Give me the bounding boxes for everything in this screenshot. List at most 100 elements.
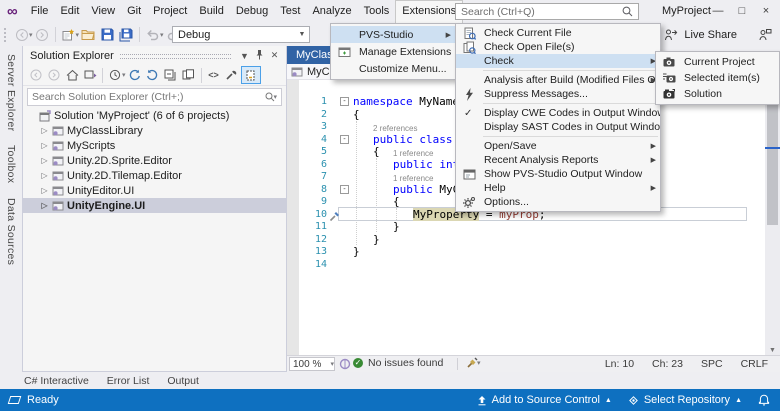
fold-collapse-icon[interactable]: - — [340, 97, 349, 106]
properties-wrench-icon[interactable] — [223, 66, 241, 84]
menu-title-tools[interactable]: Tools — [358, 0, 396, 23]
panel-tab-c-interactive[interactable]: C# Interactive — [24, 375, 89, 387]
live-share-icon[interactable] — [661, 25, 680, 44]
fold-collapse-icon[interactable]: - — [340, 185, 349, 194]
pin-icon[interactable] — [252, 49, 267, 62]
menu-item-help[interactable]: Help▶ — [456, 181, 660, 195]
menu-title-edit[interactable]: Edit — [54, 0, 85, 23]
menu-item-selected-item-s[interactable]: Selected item(s) — [656, 70, 779, 86]
menu-item-customize-menu[interactable]: Customize Menu... — [331, 60, 455, 77]
expander-arrow-icon[interactable]: ▷ — [39, 186, 50, 195]
show-all-files-icon[interactable] — [241, 66, 261, 84]
menu-item-current-project[interactable]: Current Project — [656, 54, 779, 70]
menu-item-options[interactable]: Options... — [456, 195, 660, 209]
codelens-references-label[interactable]: 1 reference — [393, 174, 433, 183]
menu-title-test[interactable]: Test — [274, 0, 306, 23]
notifications-bell-icon[interactable] — [758, 394, 770, 407]
tree-row-myscripts[interactable]: ▷MyScripts — [23, 138, 286, 153]
home-icon[interactable] — [63, 66, 81, 84]
code-line-12[interactable]: 12} — [287, 233, 765, 246]
menu-item-show-pvs-studio-output-window[interactable]: Show PVS-Studio Output Window — [456, 167, 660, 181]
tree-row-unity-2d-sprite-editor[interactable]: ▷Unity.2D.Sprite.Editor — [23, 153, 286, 168]
tree-row-myclasslibrary[interactable]: ▷MyClassLibrary — [23, 123, 286, 138]
code-line-11[interactable]: 11} — [287, 220, 765, 233]
panel-tab-output[interactable]: Output — [167, 375, 199, 387]
menu-item-display-sast-codes-in-output-window[interactable]: Display SAST Codes in Output Window — [456, 120, 660, 134]
menu-item-check[interactable]: Check▶ — [456, 54, 660, 68]
switch-views-icon[interactable] — [81, 66, 99, 84]
tree-row-unity-2d-tilemap-editor[interactable]: ▷Unity.2D.Tilemap.Editor — [23, 168, 286, 183]
menu-title-git[interactable]: Git — [121, 0, 147, 23]
code-health-indicator[interactable]: ✓ No issues found — [353, 357, 443, 369]
expander-arrow-icon[interactable]: ▷ — [39, 156, 50, 165]
se-back-icon[interactable] — [27, 66, 45, 84]
menu-item-manage-extensions[interactable]: Manage Extensions — [331, 43, 455, 60]
menu-title-extensions[interactable]: Extensions — [395, 0, 463, 23]
menu-title-debug[interactable]: Debug — [230, 0, 274, 23]
split-view-icon[interactable] — [339, 358, 351, 373]
zoom-dropdown[interactable]: 100 % ▾ — [289, 357, 335, 371]
solution-explorer-search-input[interactable]: Search Solution Explorer (Ctrl+;) ▾ — [27, 88, 282, 106]
minimize-button[interactable]: — — [706, 0, 730, 22]
navigate-forward-icon[interactable] — [33, 25, 52, 44]
codelens-references-label[interactable]: 2 references — [373, 124, 417, 133]
live-share-label[interactable]: Live Share — [684, 29, 737, 41]
menu-title-view[interactable]: View — [85, 0, 121, 23]
expander-arrow-icon[interactable]: ▷ — [39, 126, 50, 135]
view-code-icon[interactable]: <> — [205, 66, 223, 84]
side-tab-data-sources[interactable]: Data Sources — [5, 198, 17, 265]
scrollbar-thumb[interactable] — [767, 98, 778, 225]
scroll-down-arrow-icon[interactable]: ▼ — [765, 347, 780, 354]
pane-drag-texture[interactable] — [120, 54, 231, 59]
menu-item-recent-analysis-reports[interactable]: Recent Analysis Reports▶ — [456, 153, 660, 167]
collapse-all-icon[interactable] — [162, 66, 180, 84]
save-all-icon[interactable] — [117, 25, 136, 44]
line-indicator[interactable]: Ln: 10 — [605, 358, 634, 370]
menu-item-display-cwe-codes-in-output-window[interactable]: ✓Display CWE Codes in Output Window — [456, 106, 660, 120]
code-cleanup-button[interactable]: ▾ — [466, 357, 481, 369]
sync-with-active-document-icon[interactable] — [144, 66, 162, 84]
menu-title-file[interactable]: File — [25, 0, 55, 23]
preview-selected-items-icon[interactable] — [180, 66, 198, 84]
menu-title-build[interactable]: Build — [193, 0, 229, 23]
tree-row-unityengine-ui[interactable]: ▷UnityEngine.UI — [23, 198, 286, 213]
toolbar-grip[interactable] — [4, 28, 9, 42]
menu-item-analysis-after-build-modified-files-only[interactable]: Analysis after Build (Modified Files Onl… — [456, 73, 660, 87]
editor-vertical-scrollbar[interactable]: ▼ — [765, 80, 780, 355]
menu-item-check-open-file-s[interactable]: Check Open File(s) — [456, 40, 660, 54]
save-icon[interactable] — [98, 25, 117, 44]
expander-arrow-icon[interactable]: ▷ — [39, 171, 50, 180]
line-ending-indicator[interactable]: CRLF — [741, 358, 768, 370]
solution-configuration-dropdown[interactable]: Debug ▼ — [172, 26, 310, 43]
se-forward-icon[interactable] — [45, 66, 63, 84]
side-tab-toolbox[interactable]: Toolbox — [5, 145, 17, 183]
menu-item-open-save[interactable]: Open/Save▶ — [456, 139, 660, 153]
search-input[interactable]: Search (Ctrl+Q) — [455, 3, 639, 20]
fold-collapse-icon[interactable]: - — [340, 135, 349, 144]
code-line-13[interactable]: 13} — [287, 245, 765, 258]
menu-item-suppress-messages[interactable]: Suppress Messages... — [456, 87, 660, 101]
code-line-14[interactable]: 14 — [287, 258, 765, 271]
open-file-icon[interactable] — [79, 25, 98, 44]
expander-arrow-icon[interactable]: ▷ — [39, 201, 50, 210]
menu-item-pvs-studio[interactable]: PVS-Studio▶ — [331, 26, 455, 43]
pane-options-chevron-icon[interactable]: ▼ — [237, 51, 252, 61]
column-indicator[interactable]: Ch: 23 — [652, 358, 683, 370]
tree-row-unityeditor-ui[interactable]: ▷UnityEditor.UI — [23, 183, 286, 198]
spaces-indicator[interactable]: SPC — [701, 358, 723, 370]
codelens-references-label[interactable]: 1 reference — [393, 149, 433, 158]
menu-title-analyze[interactable]: Analyze — [306, 0, 357, 23]
add-to-source-control-button[interactable]: Add to Source Control ▲ — [477, 394, 612, 406]
tree-row-solution[interactable]: Solution 'MyProject' (6 of 6 projects) — [23, 108, 286, 123]
solution-explorer-title-bar[interactable]: Solution Explorer ▼ ✕ — [23, 46, 286, 65]
menu-item-solution[interactable]: Solution — [656, 86, 779, 102]
panel-tab-error-list[interactable]: Error List — [107, 375, 150, 387]
close-pane-icon[interactable]: ✕ — [267, 50, 282, 61]
close-button[interactable]: × — [754, 0, 778, 22]
send-feedback-icon[interactable] — [755, 25, 774, 44]
expander-arrow-icon[interactable]: ▷ — [39, 141, 50, 150]
menu-title-project[interactable]: Project — [147, 0, 193, 23]
refresh-icon[interactable] — [126, 66, 144, 84]
maximize-button[interactable]: □ — [730, 0, 754, 22]
search-options-dropdown-icon[interactable]: ▾ — [273, 93, 277, 101]
